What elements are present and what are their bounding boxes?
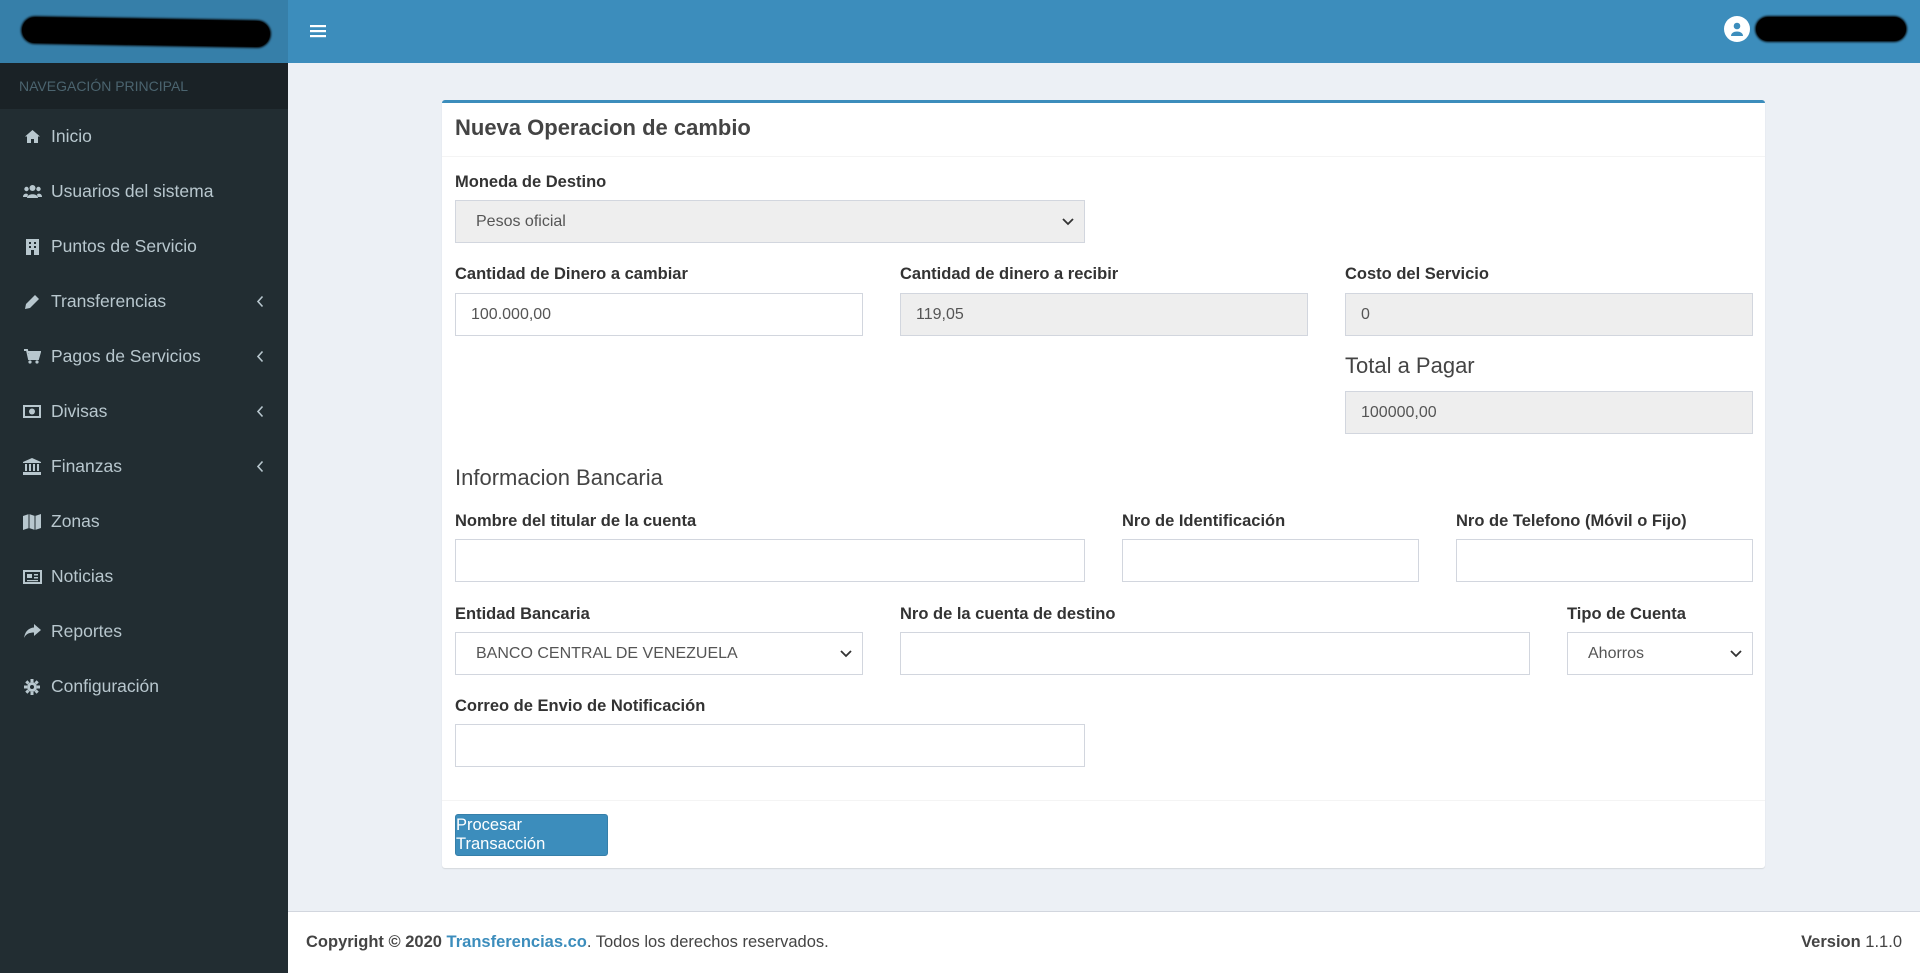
- sidebar-item-label: Finanzas: [51, 456, 123, 476]
- sidebar-item-transferencias[interactable]: Transferencias: [0, 274, 288, 329]
- costo-servicio-label: Costo del Servicio: [1345, 265, 1489, 283]
- tipo-cuenta-label: Tipo de Cuenta: [1567, 605, 1686, 623]
- sidebar-item-puntos-servicio[interactable]: Puntos de Servicio: [0, 219, 288, 274]
- sidebar-item-configuracion[interactable]: Configuración: [0, 659, 288, 714]
- company-link[interactable]: Transferencias.co: [447, 933, 587, 952]
- redacted-username: [1756, 17, 1906, 41]
- top-navbar: [288, 0, 1920, 63]
- sidebar-item-finanzas[interactable]: Finanzas: [0, 439, 288, 494]
- correo-input[interactable]: [455, 724, 1085, 767]
- moneda-destino-value: Pesos oficial: [476, 212, 566, 230]
- money-icon: [22, 405, 42, 418]
- rights-text: . Todos los derechos reservados.: [586, 933, 829, 951]
- building-icon: [22, 238, 42, 255]
- pencil-icon: [22, 294, 42, 310]
- bank-info-title: Informacion Bancaria: [455, 465, 663, 490]
- version-number: 1.1.0: [1865, 933, 1902, 951]
- entidad-select[interactable]: BANCO CENTRAL DE VENEZUELA: [455, 632, 863, 675]
- version-label: Version: [1801, 933, 1861, 951]
- chevron-left-icon: [256, 346, 264, 367]
- user-menu[interactable]: [1724, 16, 1906, 42]
- nav-header: NAVEGACIÓN PRINCIPAL: [0, 63, 288, 109]
- tipo-cuenta-value: Ahorros: [1588, 644, 1645, 662]
- cuenta-destino-input[interactable]: [900, 632, 1530, 675]
- sidebar-item-label: Divisas: [51, 401, 108, 421]
- sidebar-item-label: Puntos de Servicio: [51, 236, 197, 256]
- moneda-destino-label: Moneda de Destino: [455, 173, 607, 191]
- chevron-left-icon: [256, 401, 264, 422]
- sidebar-item-label: Pagos de Servicios: [51, 346, 201, 366]
- chevron-left-icon: [256, 291, 264, 312]
- identificacion-input[interactable]: [1122, 539, 1419, 582]
- tipo-cuenta-select[interactable]: Ahorros: [1567, 632, 1753, 675]
- cuenta-destino-label: Nro de la cuenta de destino: [900, 605, 1116, 623]
- sidebar-item-label: Zonas: [51, 511, 100, 531]
- titular-input[interactable]: [455, 539, 1085, 582]
- sidebar-item-pagos-servicios[interactable]: Pagos de Servicios: [0, 329, 288, 384]
- sidebar-item-zonas[interactable]: Zonas: [0, 494, 288, 549]
- version-info: Version 1.1.0: [1801, 933, 1902, 952]
- cantidad-cambiar-value: 100.000,00: [471, 305, 552, 323]
- procesar-transaccion-button[interactable]: Procesar Transacción: [455, 814, 608, 856]
- sidebar-item-label: Inicio: [51, 126, 92, 146]
- chevron-down-icon: [1062, 213, 1074, 231]
- sidebar-item-label: Configuración: [51, 676, 159, 696]
- entidad-label: Entidad Bancaria: [455, 605, 590, 623]
- sidebar-item-inicio[interactable]: Inicio: [0, 109, 288, 164]
- titular-label: Nombre del titular de la cuenta: [455, 512, 697, 530]
- logo-area[interactable]: [0, 0, 288, 63]
- costo-servicio-value: 0: [1361, 305, 1370, 323]
- entidad-value: BANCO CENTRAL DE VENEZUELA: [476, 644, 738, 662]
- footer: Copyright © 2020 Transferencias.co. Todo…: [288, 911, 1920, 973]
- total-pagar-label: Total a Pagar: [1345, 353, 1475, 378]
- sidebar-item-label: Usuarios del sistema: [51, 181, 214, 201]
- form-title: Nueva Operacion de cambio: [455, 115, 751, 140]
- moneda-destino-select[interactable]: Pesos oficial: [455, 200, 1085, 243]
- home-icon: [22, 129, 42, 144]
- chevron-left-icon: [256, 456, 264, 477]
- cantidad-recibir-value: 119,05: [916, 305, 964, 323]
- cantidad-recibir-label: Cantidad de dinero a recibir: [900, 265, 1119, 283]
- sidebar-toggle-button[interactable]: [306, 19, 330, 43]
- chevron-down-icon: [840, 645, 852, 663]
- telefono-input[interactable]: [1456, 539, 1753, 582]
- bank-icon: [22, 458, 42, 475]
- costo-servicio-input[interactable]: 0: [1345, 293, 1753, 336]
- user-avatar-icon: [1724, 16, 1750, 42]
- sidebar: NAVEGACIÓN PRINCIPAL Inicio Usuarios del…: [0, 0, 288, 973]
- sidebar-item-reportes[interactable]: Reportes: [0, 604, 288, 659]
- total-pagar-value: 100000,00: [1361, 403, 1437, 421]
- copyright-text: Copyright © 2020: [306, 933, 442, 951]
- share-icon: [22, 624, 42, 639]
- cart-icon: [22, 349, 42, 364]
- identificacion-label: Nro de Identificación: [1122, 512, 1286, 530]
- divider: [442, 156, 1765, 157]
- hamburger-icon: [310, 25, 326, 38]
- correo-label: Correo de Envio de Notificación: [455, 697, 706, 715]
- cantidad-cambiar-input[interactable]: 100.000,00: [455, 293, 863, 336]
- total-pagar-input[interactable]: 100000,00: [1345, 391, 1753, 434]
- cantidad-cambiar-label: Cantidad de Dinero a cambiar: [455, 265, 688, 283]
- divider: [442, 800, 1765, 801]
- sidebar-item-label: Noticias: [51, 566, 114, 586]
- newspaper-icon: [22, 569, 42, 584]
- sidebar-item-label: Reportes: [51, 621, 123, 641]
- redacted-brand-logo: [21, 16, 271, 47]
- users-icon: [22, 184, 42, 199]
- map-icon: [22, 513, 42, 530]
- exchange-form-box: Nueva Operacion de cambio Moneda de Dest…: [442, 100, 1765, 868]
- sidebar-item-noticias[interactable]: Noticias: [0, 549, 288, 604]
- gear-icon: [22, 678, 42, 695]
- sidebar-item-usuarios[interactable]: Usuarios del sistema: [0, 164, 288, 219]
- sidebar-item-divisas[interactable]: Divisas: [0, 384, 288, 439]
- sidebar-item-label: Transferencias: [51, 291, 167, 311]
- telefono-label: Nro de Telefono (Móvil o Fijo): [1456, 512, 1687, 530]
- cantidad-recibir-input[interactable]: 119,05: [900, 293, 1308, 336]
- chevron-down-icon: [1730, 645, 1742, 663]
